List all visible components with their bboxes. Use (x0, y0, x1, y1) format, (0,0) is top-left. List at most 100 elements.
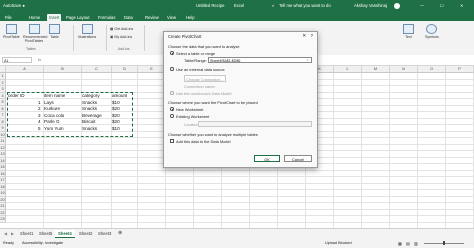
tab-data[interactable]: Data (122, 14, 135, 21)
title-bar: AutoSave ● Untitled Recipe Excel ⌕ Tell … (0, 0, 474, 12)
radio-new-worksheet-label[interactable]: New Worksheet (176, 107, 203, 112)
table-range-input[interactable]: Sheet4!$A$1:$D$6 (208, 57, 312, 63)
radio-external-source-label[interactable]: Use an external data source (176, 67, 225, 72)
section-multiple-tables-label: Choose whether you want to analyze multi… (168, 132, 258, 137)
section-placement-label: Choose where you want the PivotChart to … (168, 100, 258, 105)
column-header-o[interactable]: O (418, 66, 446, 73)
radio-data-model[interactable] (170, 91, 174, 95)
choose-connection-button[interactable]: Choose Connection... (184, 75, 226, 82)
tab-insert[interactable]: Insert (47, 14, 62, 21)
collapse-dialog-icon[interactable]: ↑ (307, 58, 309, 62)
column-header-l[interactable]: L (334, 66, 362, 73)
sheet-scroll-right-icon[interactable]: ▶ (8, 230, 17, 237)
column-header-n[interactable]: N (390, 66, 418, 73)
close-icon[interactable]: ✕ (302, 33, 306, 39)
sheet-tab[interactable]: Sheet3 (95, 230, 114, 237)
text-button[interactable]: Text (403, 24, 414, 39)
radio-new-worksheet[interactable] (170, 107, 174, 111)
gridline-horizontal (6, 182, 474, 184)
gridline-horizontal (6, 208, 474, 210)
app-name: Excel (234, 3, 245, 8)
tab-file[interactable]: File (3, 14, 14, 21)
tab-view[interactable]: View (165, 14, 178, 21)
connection-name-label: Connection name: (184, 84, 216, 89)
help-icon[interactable]: ? (311, 33, 313, 38)
sheet-tab[interactable]: Sheet5 (36, 230, 55, 237)
omega-icon (426, 24, 438, 34)
table-icon (49, 24, 60, 34)
column-header-a[interactable]: A (6, 66, 44, 73)
minimize-icon[interactable]: — (420, 3, 424, 8)
ribbon-divider (106, 25, 107, 51)
fx-icon[interactable]: fx (38, 57, 41, 62)
gridline-horizontal (6, 189, 474, 190)
table-button[interactable]: Table (49, 24, 60, 39)
group-label-tables: Tables (26, 47, 36, 51)
status-bar: Ready Accessibility: Investigate Upload … (0, 239, 474, 248)
tab-formulas[interactable]: Formulas (96, 14, 117, 21)
add-sheet-icon[interactable]: ⊕ (115, 230, 125, 237)
accessibility-status[interactable]: Accessibility: Investigate (22, 241, 63, 245)
zoom-slider-thumb[interactable] (443, 241, 445, 245)
column-header-c[interactable]: C (82, 66, 112, 73)
add-to-data-model-label[interactable]: Add this data to the Data Model (176, 139, 231, 144)
user-name[interactable]: Akshay Vanshinaj (354, 3, 387, 8)
status-ready: Ready (3, 241, 14, 245)
copy-marquee-selection (7, 92, 133, 137)
column-header-e[interactable]: E (138, 66, 166, 73)
radio-external-source[interactable] (170, 67, 174, 71)
symbols-button[interactable]: Symbols (425, 24, 439, 39)
gridline-horizontal (6, 169, 474, 171)
radio-select-range-label[interactable]: Select a table or range (176, 51, 215, 56)
autosave-label[interactable]: AutoSave ● (3, 3, 25, 8)
workbook-title: Untitled Recipe (196, 3, 225, 8)
group-label-addins: Add-ins (118, 47, 130, 51)
tab-page-layout[interactable]: Page Layout (64, 14, 92, 21)
gridline-horizontal (6, 221, 474, 223)
sheet-tab-bar: ◀ ▶ Sheet1 Sheet5 Sheet4 Sheet2 Sheet3 ⊕ (0, 228, 474, 239)
sheet-tab-active[interactable]: Sheet4 (55, 230, 75, 238)
recommended-pivot-icon (28, 24, 40, 34)
column-header-m[interactable]: M (362, 66, 390, 73)
pivottable-button[interactable]: PivotTable (3, 24, 20, 39)
gridline-horizontal (6, 202, 474, 203)
sheet-tab[interactable]: Sheet2 (76, 230, 95, 237)
view-page-break-icon[interactable]: ▥ (414, 241, 418, 246)
view-page-layout-icon[interactable]: ▤ (406, 241, 410, 246)
name-box[interactable]: A1 (2, 57, 32, 63)
my-addins-button[interactable]: ▣ My Add-ins (110, 35, 132, 39)
table-range-label: Table/Range: (184, 58, 207, 63)
illustrations-icon (81, 24, 93, 34)
location-input[interactable] (198, 121, 312, 127)
illustrations-button[interactable]: Illustrations (78, 24, 96, 39)
gridline-horizontal (6, 195, 474, 197)
radio-existing-worksheet[interactable] (170, 114, 174, 118)
column-header-d[interactable]: D (112, 66, 138, 73)
ok-button[interactable]: OK (254, 155, 280, 162)
recommended-pivottables-button[interactable]: Recommended PivotTables (23, 24, 47, 43)
gridline-horizontal (6, 176, 474, 177)
view-normal-icon[interactable]: ▦ (398, 241, 402, 246)
radio-data-model-label[interactable]: Use this workbook's Data Model (176, 91, 231, 96)
sheet-tab[interactable]: Sheet1 (17, 230, 36, 237)
maximize-icon[interactable]: ☐ (440, 3, 444, 8)
create-pivotchart-dialog: Create PivotChart ? ✕ Choose the data th… (163, 31, 318, 168)
upload-blocked-status[interactable]: Upload Blocked (325, 241, 352, 245)
section-data-label: Choose the data that you want to analyze (168, 44, 240, 49)
column-header-p[interactable]: P (446, 66, 474, 73)
radio-select-range[interactable] (170, 51, 174, 55)
tab-help[interactable]: Help (184, 14, 197, 21)
avatar[interactable] (394, 3, 400, 9)
close-icon[interactable]: ✕ (460, 3, 464, 8)
column-header-b[interactable]: B (44, 66, 82, 73)
tab-review[interactable]: Review (143, 14, 161, 21)
get-addins-button[interactable]: ▦ Get Add-ins (110, 27, 133, 31)
search-icon[interactable]: ⌕ (272, 3, 274, 8)
radio-existing-worksheet-label[interactable]: Existing Worksheet (176, 114, 209, 119)
pivottable-icon (5, 24, 17, 34)
ribbon-divider (73, 25, 74, 51)
add-to-data-model-checkbox[interactable] (170, 139, 174, 143)
search-box[interactable]: Tell me what you want to do (279, 3, 331, 8)
tab-home[interactable]: Home (27, 14, 42, 21)
cancel-button[interactable]: Cancel (284, 155, 312, 162)
